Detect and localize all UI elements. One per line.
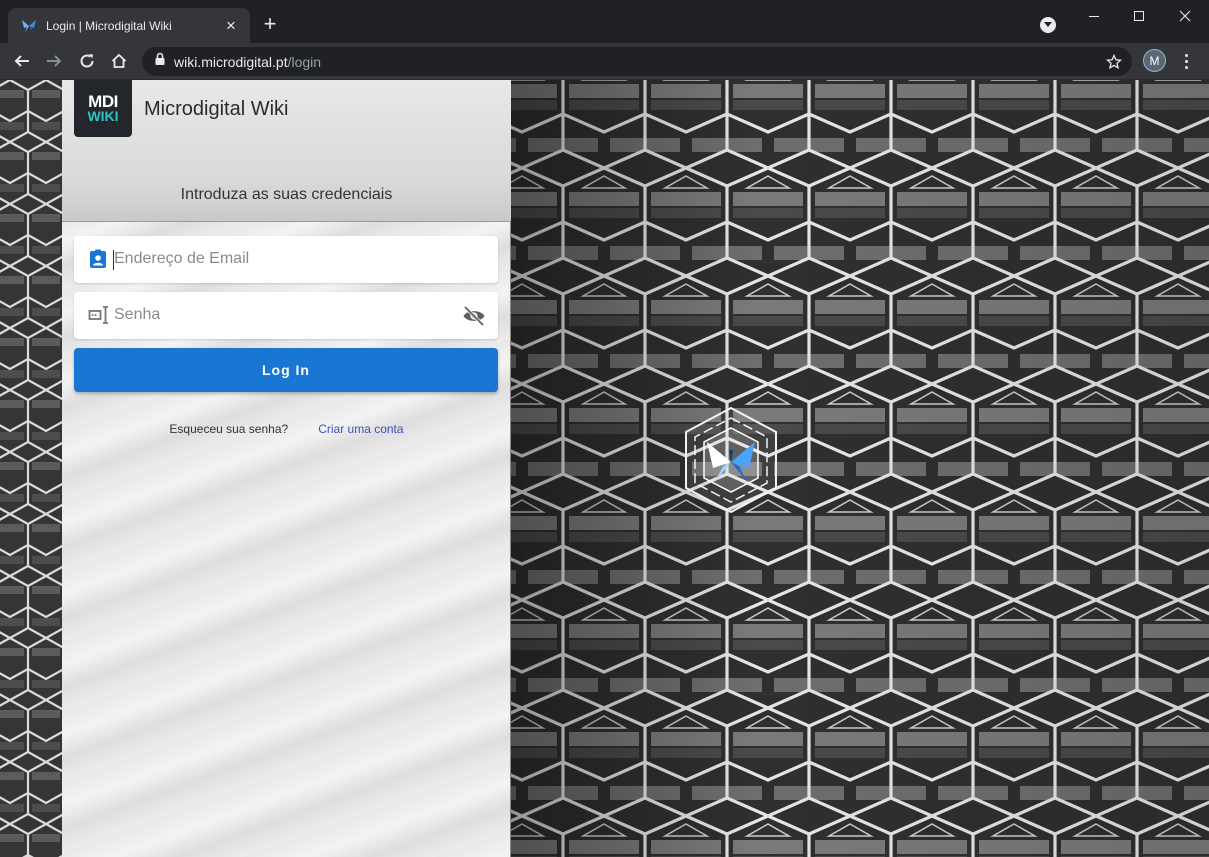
eye-off-icon[interactable] (462, 304, 486, 328)
email-input[interactable] (114, 244, 454, 274)
email-field[interactable] (74, 236, 498, 283)
tab-search-icon[interactable] (1040, 17, 1056, 33)
close-icon[interactable]: × (222, 17, 240, 35)
lock-icon (154, 52, 166, 71)
window-close-icon[interactable] (1162, 0, 1208, 32)
create-account-link[interactable]: Criar uma conta (318, 422, 403, 436)
login-button[interactable]: Log In (74, 348, 498, 392)
wiki-butterfly-logo-icon (671, 400, 791, 520)
more-menu-icon[interactable] (1178, 50, 1194, 72)
back-arrow-icon[interactable] (10, 49, 34, 73)
browser-tab[interactable]: Login | Microdigital Wiki × (8, 8, 250, 43)
password-input[interactable] (114, 300, 454, 330)
minimize-icon[interactable] (1071, 0, 1117, 32)
password-cursor-icon (88, 305, 108, 325)
butterfly-icon (20, 17, 38, 35)
auth-links: Esqueceu sua senha? Criar uma conta (62, 422, 511, 436)
home-icon[interactable] (107, 49, 131, 73)
tab-title: Login | Microdigital Wiki (46, 18, 172, 33)
contact-card-icon (88, 249, 108, 269)
url-host: wiki.microdigital.pt (174, 53, 288, 70)
maximize-icon[interactable] (1116, 0, 1162, 32)
browser-toolbar: wiki.microdigital.pt/login M (0, 43, 1209, 80)
forgot-password-link[interactable]: Esqueceu sua senha? (169, 422, 288, 436)
login-subtitle: Introduza as suas credenciais (180, 186, 393, 203)
password-field[interactable] (74, 292, 498, 339)
site-logo[interactable]: MDI WIKI (74, 80, 132, 137)
forward-arrow-icon[interactable] (42, 49, 66, 73)
page-viewport: MDI WIKI Microdigital Wiki Introduza as … (0, 80, 1209, 857)
reload-icon[interactable] (75, 49, 99, 73)
login-panel: MDI WIKI Microdigital Wiki Introduza as … (62, 80, 511, 857)
site-title: Microdigital Wiki (144, 98, 289, 120)
background-image-left (0, 80, 62, 857)
address-bar[interactable]: wiki.microdigital.pt/login (142, 47, 1132, 76)
profile-avatar[interactable]: M (1143, 49, 1166, 72)
url-path: /login (287, 53, 322, 70)
bookmark-star-icon[interactable] (1104, 52, 1124, 72)
browser-tabstrip: Login | Microdigital Wiki × + (0, 0, 1209, 43)
new-tab-button[interactable]: + (258, 13, 282, 37)
logo-text-bottom: WIKI (87, 107, 119, 124)
login-header: MDI WIKI Microdigital Wiki Introduza as … (62, 80, 511, 222)
background-image-right (511, 80, 1209, 857)
